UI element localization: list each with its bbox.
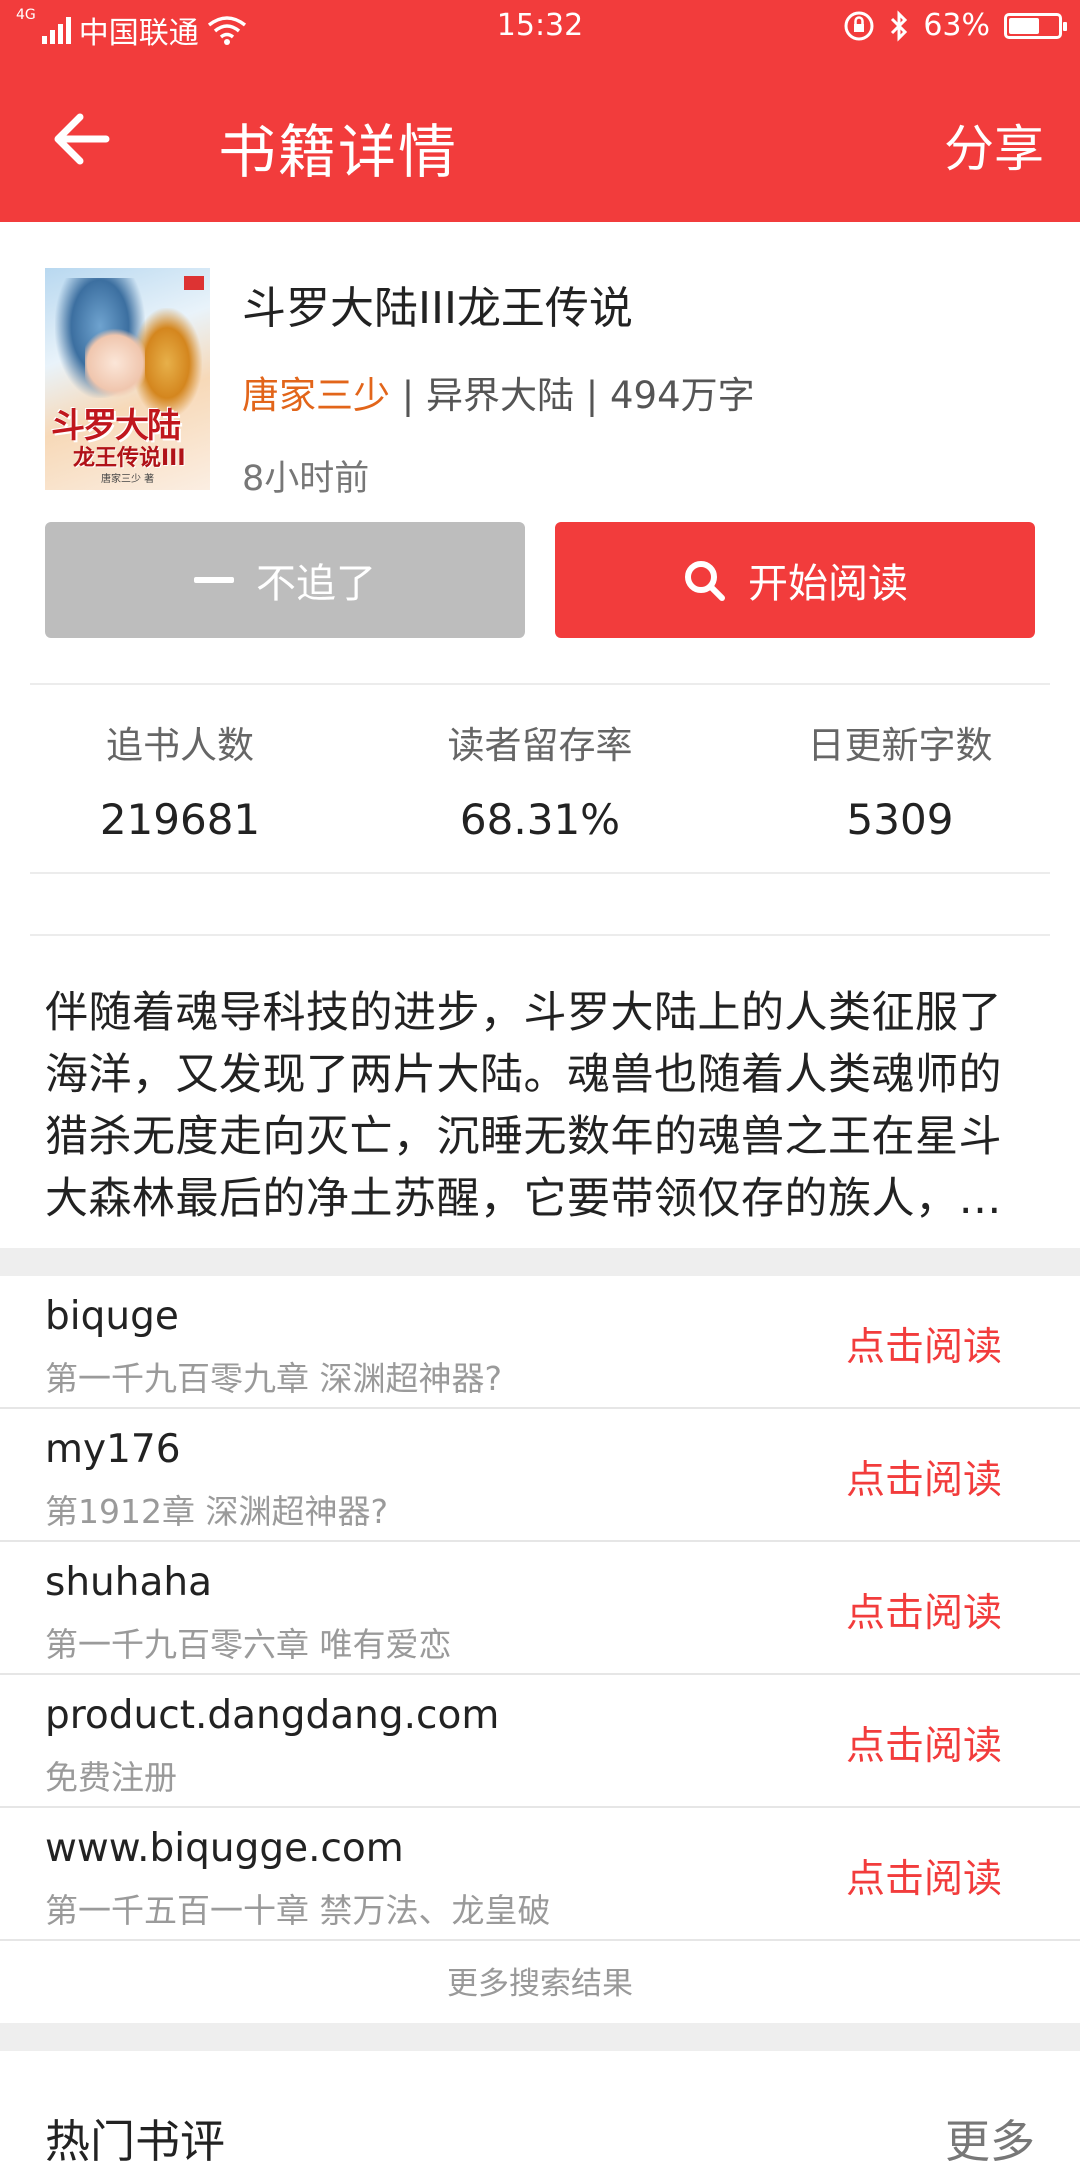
divider xyxy=(30,683,1050,685)
rotation-lock-icon xyxy=(844,11,874,40)
battery-icon xyxy=(1004,12,1067,39)
book-title: 斗罗大陆III龙王传说 xyxy=(242,283,633,334)
section-separator xyxy=(0,2023,1080,2051)
battery-percent: 63% xyxy=(923,8,990,43)
book-meta: 唐家三少 | 异界大陆 | 494万字 xyxy=(242,365,755,419)
source-item[interactable]: product.dangdang.com 免费注册 点击阅读 xyxy=(0,1675,1080,1808)
read-link[interactable]: 点击阅读 xyxy=(846,1316,1002,1372)
source-list: biquge 第一千九百零九章 深渊超神器? 点击阅读 my176 第1912章… xyxy=(0,1276,1080,1941)
arrow-left-icon[interactable] xyxy=(50,107,114,171)
cover-subtitle: 龙王传说III xyxy=(73,446,186,471)
stat-label: 日更新字数 xyxy=(807,724,993,767)
reviews-more-button[interactable]: 更多 xyxy=(945,2105,1035,2170)
source-name: product.dangdang.com xyxy=(45,1693,500,1738)
minus-icon xyxy=(194,577,234,583)
start-reading-button[interactable]: 开始阅读 xyxy=(555,522,1035,638)
source-latest-chapter: 第1912章 深渊超神器? xyxy=(45,1492,388,1531)
divider xyxy=(30,872,1050,874)
divider xyxy=(30,934,1050,936)
battery-level xyxy=(1009,17,1040,34)
source-latest-chapter: 第一千五百一十章 禁万法、龙皇破 xyxy=(45,1891,551,1930)
unfollow-button[interactable]: 不追了 xyxy=(45,522,525,638)
meta-separator: | xyxy=(390,374,426,417)
page-title: 书籍详情 xyxy=(218,118,459,186)
stat-retention: 读者留存率 68.31% xyxy=(390,715,690,844)
book-updated-time: 8小时前 xyxy=(242,459,370,499)
publisher-badge xyxy=(184,276,204,290)
share-button[interactable]: 分享 xyxy=(944,109,1044,181)
book-author[interactable]: 唐家三少 xyxy=(242,374,390,417)
stat-daily-words: 日更新字数 5309 xyxy=(750,715,1050,844)
source-name: shuhaha xyxy=(45,1560,212,1605)
source-item[interactable]: shuhaha 第一千九百零六章 唯有爱恋 点击阅读 xyxy=(0,1542,1080,1675)
source-name: my176 xyxy=(45,1427,181,1472)
cover-credit: 唐家三少 著 xyxy=(101,474,155,485)
app-bar: 书籍详情 分享 xyxy=(0,55,1080,222)
section-separator xyxy=(0,1248,1080,1276)
stat-followers: 追书人数 219681 xyxy=(30,715,330,844)
source-item[interactable]: www.biqugge.com 第一千五百一十章 禁万法、龙皇破 点击阅读 xyxy=(0,1808,1080,1941)
reviews-title: 热门书评 xyxy=(45,2115,226,2168)
stat-value: 219681 xyxy=(99,795,261,844)
stat-label: 追书人数 xyxy=(106,724,254,767)
source-name: biquge xyxy=(45,1294,179,1339)
stat-label: 读者留存率 xyxy=(447,724,633,767)
book-description[interactable]: 伴随着魂导科技的进步，斗罗大陆上的人类征服了海洋，又发现了两片大陆。魂兽也随着人… xyxy=(45,982,1043,1230)
book-cover[interactable]: 斗罗大陆 龙王传说III 唐家三少 著 xyxy=(45,268,210,490)
stat-value: 68.31% xyxy=(459,795,621,844)
read-link[interactable]: 点击阅读 xyxy=(846,1449,1002,1505)
source-latest-chapter: 第一千九百零九章 深渊超神器? xyxy=(45,1359,503,1398)
source-latest-chapter: 第一千九百零六章 唯有爱恋 xyxy=(45,1625,452,1664)
stat-value: 5309 xyxy=(846,795,954,844)
search-icon xyxy=(685,561,725,601)
book-category: 异界大陆 xyxy=(426,374,574,417)
more-results-button[interactable]: 更多搜索结果 xyxy=(0,1945,1080,2023)
source-name: www.biqugge.com xyxy=(45,1826,404,1871)
source-item[interactable]: biquge 第一千九百零九章 深渊超神器? 点击阅读 xyxy=(0,1276,1080,1409)
read-link[interactable]: 点击阅读 xyxy=(846,1715,1002,1771)
meta-separator: | xyxy=(574,374,610,417)
read-link[interactable]: 点击阅读 xyxy=(846,1582,1002,1638)
read-link[interactable]: 点击阅读 xyxy=(846,1848,1002,1904)
start-reading-label: 开始阅读 xyxy=(748,561,908,607)
source-item[interactable]: my176 第1912章 深渊超神器? 点击阅读 xyxy=(0,1409,1080,1542)
bluetooth-icon xyxy=(891,9,908,42)
source-latest-chapter: 免费注册 xyxy=(45,1758,177,1797)
status-bar: 4G 中国联通 15:32 63% xyxy=(0,0,1080,55)
unfollow-label: 不追了 xyxy=(256,561,376,607)
book-word-count: 494万字 xyxy=(610,374,755,417)
